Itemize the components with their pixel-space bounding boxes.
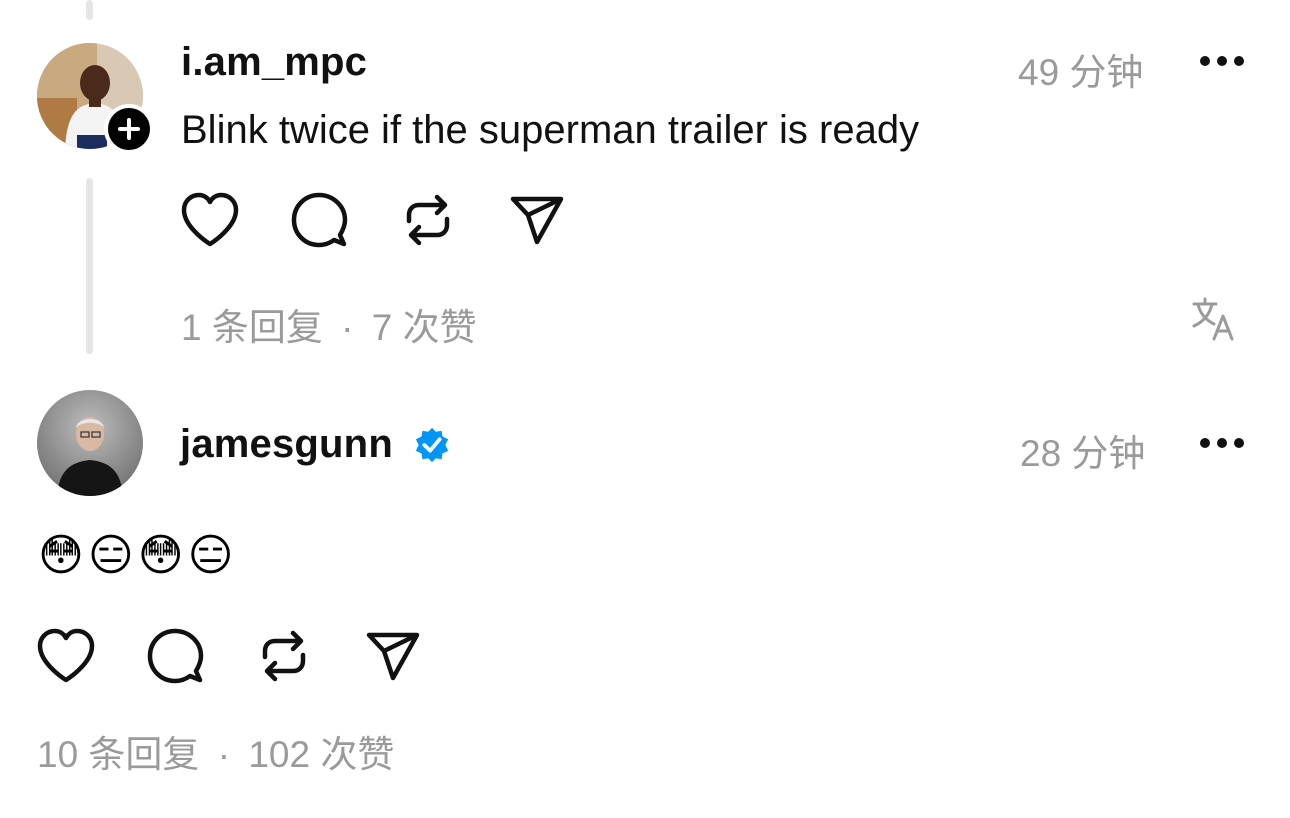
stats-separator: · (341, 307, 354, 348)
reply-button[interactable] (289, 190, 349, 250)
reply-button[interactable] (145, 626, 205, 686)
post-text: Blink twice if the superman trailer is r… (181, 108, 920, 152)
heart-icon (181, 192, 239, 247)
repost-button[interactable] (254, 626, 314, 686)
username[interactable]: i.am_mpc (181, 40, 367, 85)
post-stats: 10 条回复 · 102 次赞 (37, 724, 394, 778)
post-stats: 1 条回复 · 7 次赞 (181, 297, 477, 351)
reply-count[interactable]: 1 条回复 (181, 307, 323, 348)
like-count[interactable]: 102 次赞 (248, 734, 394, 775)
stats-separator: · (217, 734, 231, 775)
verified-badge-icon (415, 427, 449, 463)
translate-icon[interactable] (1190, 296, 1236, 342)
avatar[interactable] (37, 390, 143, 496)
repost-icon (406, 194, 450, 246)
thread-line (86, 178, 93, 354)
repost-icon (262, 630, 306, 682)
send-icon (366, 632, 420, 681)
comment-icon (291, 192, 348, 248)
action-bar (36, 626, 472, 686)
repost-button[interactable] (398, 190, 458, 250)
send-icon (510, 196, 564, 245)
username[interactable]: jamesgunn (180, 422, 393, 467)
comment-icon (147, 628, 204, 684)
follow-button[interactable] (104, 104, 154, 154)
post-text: 😳😑😳😑 (38, 531, 238, 580)
reply-count[interactable]: 10 条回复 (37, 734, 199, 775)
more-icon[interactable] (1200, 437, 1244, 449)
timestamp: 49 分钟 (1018, 52, 1144, 93)
timestamp: 28 分钟 (1020, 433, 1146, 474)
like-button[interactable] (36, 626, 96, 686)
avatar-image (37, 390, 143, 496)
plus-icon (118, 118, 140, 140)
heart-icon (37, 628, 95, 683)
action-bar (180, 190, 616, 250)
like-button[interactable] (180, 190, 240, 250)
like-count[interactable]: 7 次赞 (372, 307, 477, 348)
share-button[interactable] (507, 190, 567, 250)
more-icon[interactable] (1200, 55, 1244, 67)
thread-line-top (86, 0, 93, 20)
share-button[interactable] (363, 626, 423, 686)
